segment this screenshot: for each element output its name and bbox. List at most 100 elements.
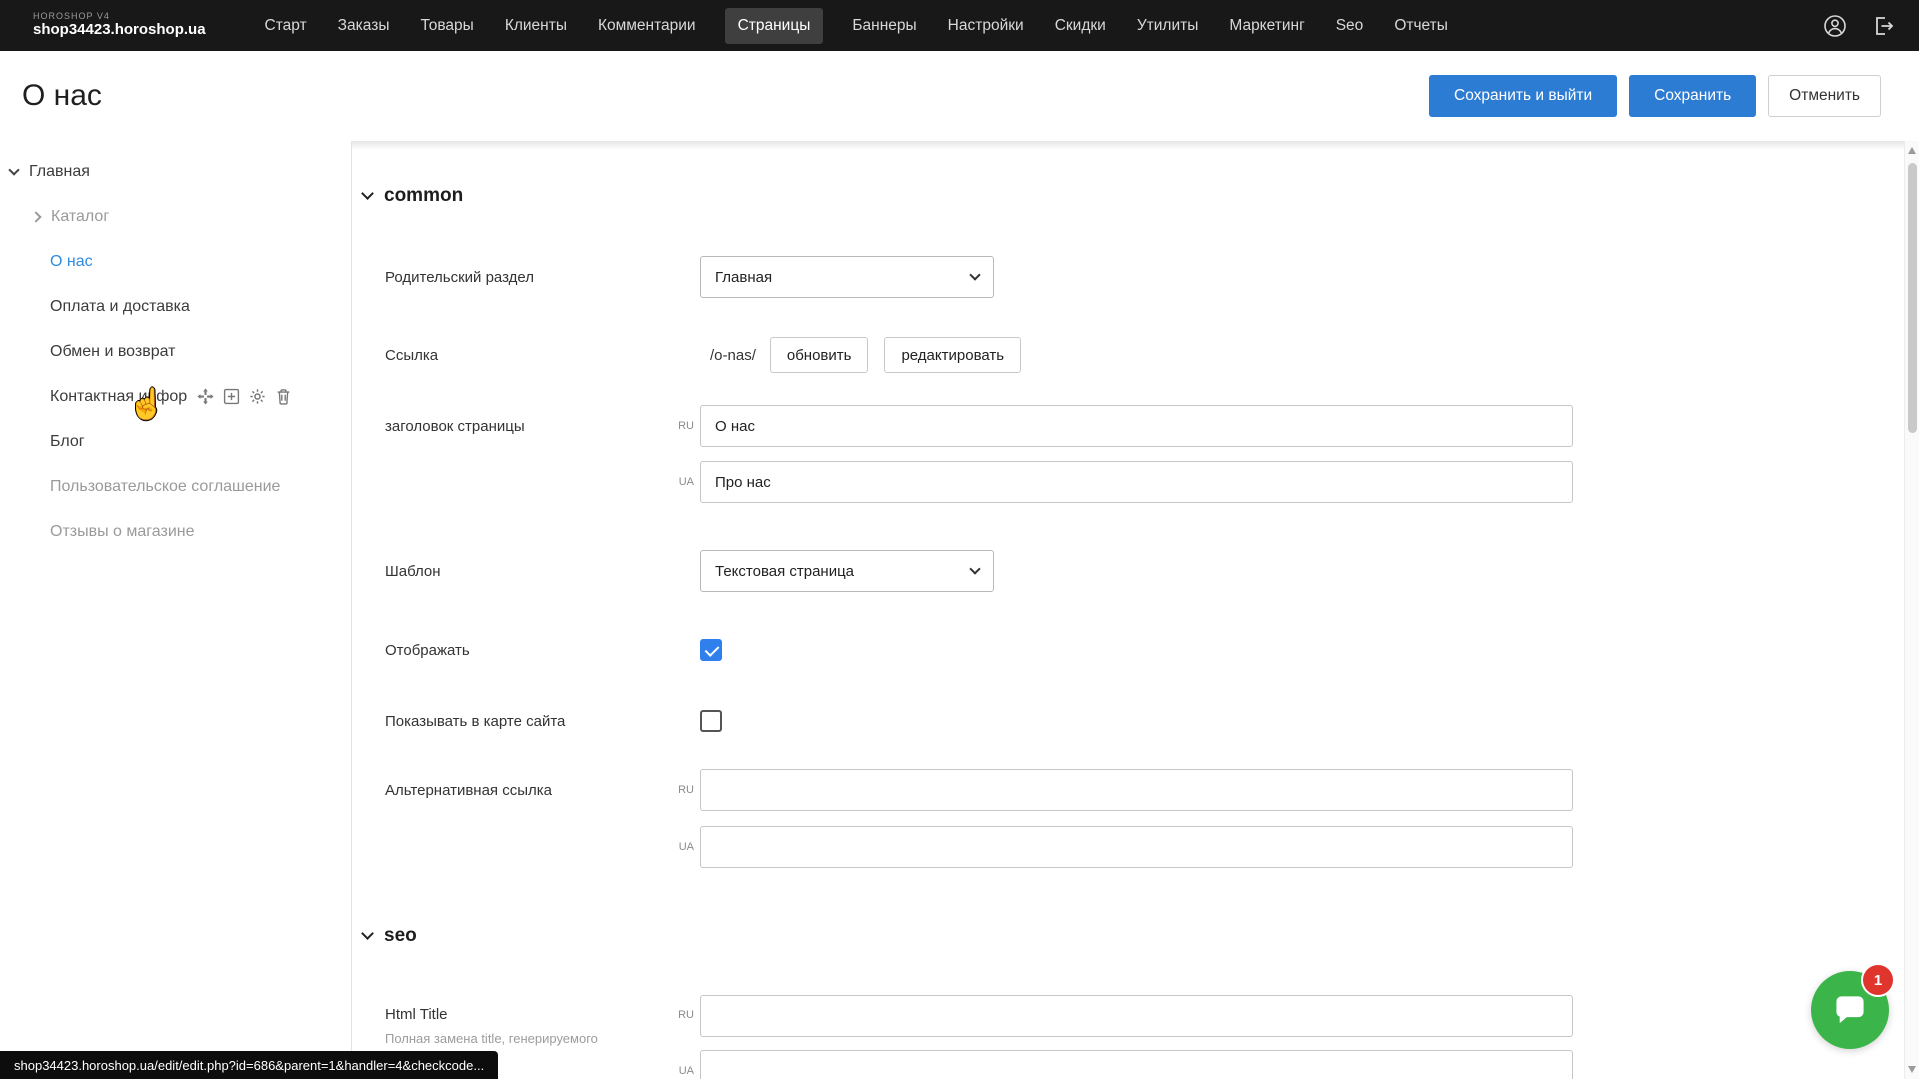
sitemap-checkbox[interactable]: [700, 710, 722, 732]
save-and-exit-button[interactable]: Сохранить и выйти: [1429, 75, 1617, 117]
sidebar-item-katalog[interactable]: Каталог: [0, 194, 351, 239]
html-title-ru-row: Html Title Полная замена title, генериру…: [385, 995, 1573, 1046]
tree-item-label: Обмен и возврат: [50, 343, 175, 361]
top-nav: Старт Заказы Товары Клиенты Комментарии …: [263, 8, 1450, 44]
html-title-label: Html Title: [385, 1006, 668, 1023]
nav-settings[interactable]: Настройки: [946, 8, 1026, 44]
tree-item-label: Отзывы о магазине: [50, 523, 195, 541]
nav-marketing[interactable]: Маркетинг: [1227, 8, 1306, 44]
sitemap-label: Показывать в карте сайта: [385, 713, 700, 730]
lang-ru-badge: RU: [668, 1009, 694, 1021]
nav-comments[interactable]: Комментарии: [596, 8, 698, 44]
link-value: /o-nas/: [700, 347, 756, 364]
alt-link-ru-input[interactable]: [700, 769, 1573, 811]
sidebar-item-o-nas[interactable]: О нас: [0, 239, 351, 284]
chevron-down-icon[interactable]: [8, 164, 19, 175]
nav-products[interactable]: Товары: [418, 8, 475, 44]
tree-item-label: Пользовательское соглашение: [50, 478, 280, 496]
alt-link-ua-row: UA: [385, 826, 1573, 868]
tree-item-label: Контактная инфор: [50, 388, 187, 406]
chevron-down-icon: [969, 269, 980, 280]
alt-link-ua-input[interactable]: [700, 826, 1573, 868]
html-title-label-block: Html Title Полная замена title, генериру…: [385, 995, 668, 1046]
chat-bubble-icon: [1830, 990, 1870, 1030]
brand[interactable]: HOROSHOP V4 shop34423.horoshop.ua: [33, 12, 206, 38]
sidebar-item-otzyvy-o-magazine[interactable]: Отзывы о магазине: [0, 509, 351, 554]
alt-link-label: Альтернативная ссылка: [385, 782, 668, 799]
nav-start[interactable]: Старт: [263, 8, 309, 44]
html-title-ru-input[interactable]: [700, 995, 1573, 1037]
logout-icon[interactable]: [1871, 14, 1895, 38]
lang-ua-badge: UA: [668, 841, 694, 853]
link-row: Ссылка /o-nas/ обновить редактировать: [385, 337, 1037, 373]
html-title-ua-input[interactable]: [700, 1050, 1573, 1079]
header-buttons: Сохранить и выйти Сохранить Отменить: [1429, 75, 1881, 117]
vertical-scrollbar[interactable]: [1904, 141, 1919, 1079]
display-checkbox[interactable]: [700, 639, 722, 661]
parent-section-row: Родительский раздел Главная: [385, 256, 994, 298]
edit-form: common Родительский раздел Главная Ссылк…: [352, 141, 1904, 1079]
settings-icon[interactable]: [249, 388, 266, 405]
topbar: HOROSHOP V4 shop34423.horoshop.ua Старт …: [0, 0, 1919, 51]
tree-item-label: О нас: [50, 253, 93, 271]
section-common-toggle[interactable]: common: [363, 185, 463, 207]
parent-section-select[interactable]: Главная: [700, 256, 994, 298]
save-button[interactable]: Сохранить: [1629, 75, 1756, 117]
template-row: Шаблон Текстовая страница: [385, 550, 994, 592]
chevron-down-icon: [361, 927, 374, 940]
scrollbar-thumb[interactable]: [1908, 163, 1917, 433]
chevron-down-icon: [361, 187, 374, 200]
tree-item-label: Оплата и доставка: [50, 298, 190, 316]
delete-icon[interactable]: [275, 388, 292, 405]
nav-discounts[interactable]: Скидки: [1053, 8, 1108, 44]
page-title-label: заголовок страницы: [385, 418, 668, 435]
sidebar-item-glavnaya[interactable]: Главная: [0, 149, 351, 194]
account-icon[interactable]: [1823, 14, 1847, 38]
chevron-down-icon: [969, 563, 980, 574]
section-seo-toggle[interactable]: seo: [363, 925, 417, 947]
tree-item-label: Блог: [50, 433, 85, 451]
page-title: О нас: [22, 79, 102, 113]
template-select[interactable]: Текстовая страница: [700, 550, 994, 592]
display-row: Отображать: [385, 639, 722, 661]
tree-item-label: Каталог: [51, 208, 109, 226]
sidebar-item-kontaktnaya-informatsiya[interactable]: Контактная инфор: [0, 374, 351, 419]
sidebar-item-obmen-i-vozvrat[interactable]: Обмен и возврат: [0, 329, 351, 374]
page-tree-sidebar: Главная Каталог О нас Оплата и доставка …: [0, 141, 352, 1079]
lang-ru-badge: RU: [668, 784, 694, 796]
add-page-icon[interactable]: [223, 388, 240, 405]
scroll-down-arrow[interactable]: [1908, 1066, 1916, 1073]
lang-ru-badge: RU: [668, 420, 694, 432]
sidebar-item-polzovatelskoe-soglashenie[interactable]: Пользовательское соглашение: [0, 464, 351, 509]
cancel-button[interactable]: Отменить: [1768, 75, 1881, 117]
sidebar-item-oplata-i-dostavka[interactable]: Оплата и доставка: [0, 284, 351, 329]
nav-banners[interactable]: Баннеры: [850, 8, 918, 44]
nav-pages[interactable]: Страницы: [725, 8, 824, 44]
nav-reports[interactable]: Отчеты: [1392, 8, 1450, 44]
brand-domain: shop34423.horoshop.ua: [33, 22, 206, 39]
template-label: Шаблон: [385, 563, 700, 580]
nav-seo[interactable]: Seo: [1334, 8, 1366, 44]
chat-launcher[interactable]: 1: [1811, 971, 1889, 1049]
status-url: shop34423.horoshop.ua/edit/edit.php?id=6…: [14, 1058, 484, 1073]
html-title-hint: Полная замена title, генерируемого: [385, 1031, 668, 1046]
template-value: Текстовая страница: [715, 563, 854, 580]
page-title-ru-input[interactable]: [700, 405, 1573, 447]
link-label: Ссылка: [385, 347, 700, 364]
nav-orders[interactable]: Заказы: [336, 8, 392, 44]
scroll-up-arrow[interactable]: [1908, 147, 1916, 154]
link-update-button[interactable]: обновить: [770, 337, 869, 373]
nav-clients[interactable]: Клиенты: [503, 8, 569, 44]
display-label: Отображать: [385, 642, 700, 659]
sidebar-item-blog[interactable]: Блог: [0, 419, 351, 464]
content-top-shadow: [352, 141, 1904, 150]
html-title-ua-row: UA: [385, 1050, 1573, 1079]
link-edit-button[interactable]: редактировать: [884, 337, 1021, 373]
nav-utilities[interactable]: Утилиты: [1135, 8, 1201, 44]
page-title-ua-row: UA: [385, 461, 1573, 503]
page-title-ua-input[interactable]: [700, 461, 1573, 503]
alt-link-ru-row: Альтернативная ссылка RU: [385, 769, 1573, 811]
parent-section-value: Главная: [715, 269, 772, 286]
move-icon[interactable]: [197, 388, 214, 405]
chevron-right-icon[interactable]: [30, 211, 41, 222]
